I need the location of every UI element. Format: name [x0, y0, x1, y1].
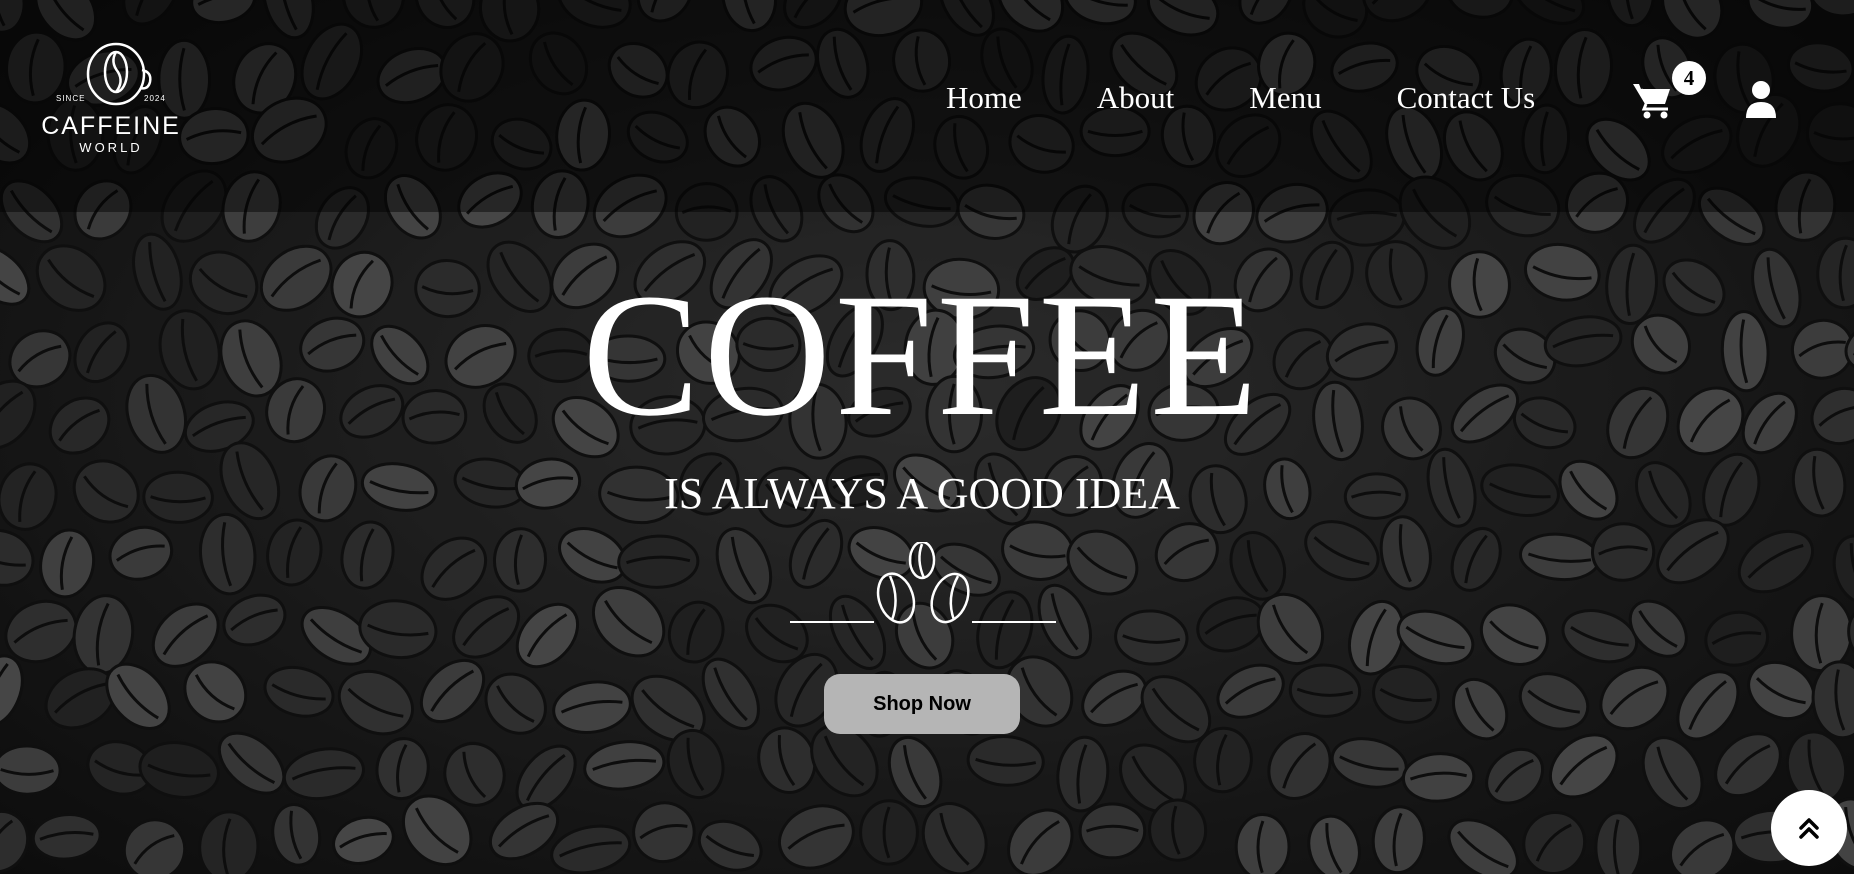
nav-link-contact-us[interactable]: Contact Us: [1397, 80, 1536, 116]
scroll-to-top-button[interactable]: [1771, 790, 1847, 866]
user-icon[interactable]: [1744, 80, 1778, 118]
hero-section: SINCE 2024 CAFFEINE WORLD Home About Men…: [0, 0, 1854, 874]
nav-link-home[interactable]: Home: [946, 80, 1022, 116]
cart-count-badge: 4: [1672, 61, 1706, 95]
nav-link-menu[interactable]: Menu: [1249, 80, 1321, 116]
brand-subtitle: WORLD: [79, 140, 143, 155]
brand-year: 2024: [144, 94, 166, 103]
main-navigation: Home About Menu Contact Us: [946, 80, 1535, 116]
site-header: SINCE 2024 CAFFEINE WORLD Home About Men…: [0, 0, 1854, 212]
hero-headline: COFFEE: [582, 258, 1262, 453]
shopping-cart-icon[interactable]: [1632, 80, 1672, 120]
brand-since: SINCE: [56, 94, 86, 103]
nav-link-about[interactable]: About: [1097, 80, 1175, 116]
hero-subheadline: IS ALWAYS A GOOD IDEA: [664, 469, 1180, 518]
double-chevron-up-icon: [1799, 818, 1819, 839]
brand-logo[interactable]: SINCE 2024 CAFFEINE WORLD: [36, 36, 192, 156]
shop-now-button[interactable]: Shop Now: [824, 674, 1020, 734]
coffee-beans-icon: [790, 542, 1056, 624]
brand-name: CAFFEINE: [41, 112, 181, 140]
